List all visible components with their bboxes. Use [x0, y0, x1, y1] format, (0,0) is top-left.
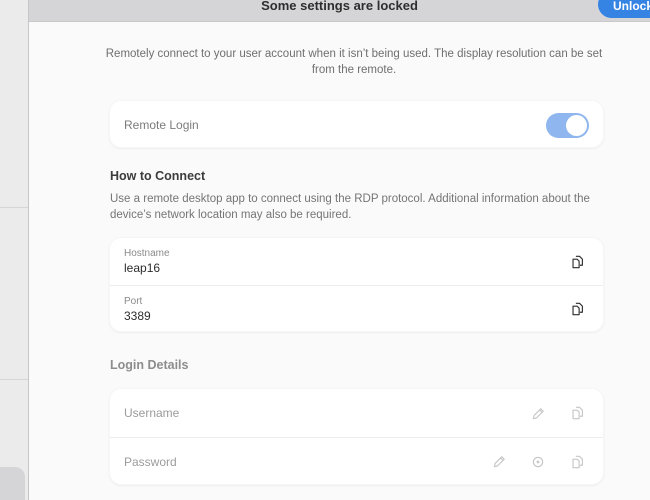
username-label: Username	[124, 406, 179, 420]
copy-icon	[571, 455, 584, 469]
remote-login-row: Remote Login	[110, 101, 603, 148]
password-actions	[491, 454, 589, 470]
hostname-row: Hostname leap16	[110, 238, 603, 285]
copy-hostname-button[interactable]	[569, 254, 585, 270]
hostname-actions	[569, 254, 589, 270]
copy-icon	[571, 406, 584, 420]
copy-icon	[571, 255, 584, 269]
how-to-connect-description: Use a remote desktop app to connect usin…	[110, 191, 595, 223]
edit-username-button[interactable]	[530, 405, 546, 421]
screen: Some settings are locked Unlock Remotely…	[0, 0, 650, 500]
unlock-button-label: Unlock	[613, 0, 650, 13]
port-field: Port 3389	[124, 296, 151, 323]
username-row: Username	[110, 389, 603, 437]
port-row: Port 3389	[110, 285, 603, 332]
port-value: 3389	[124, 309, 151, 323]
background-divider	[0, 379, 28, 380]
port-label: Port	[124, 296, 151, 307]
eye-icon	[531, 455, 545, 469]
password-row: Password	[110, 437, 603, 485]
unlock-button[interactable]: Unlock	[598, 0, 650, 18]
remote-login-toggle[interactable]	[546, 113, 589, 138]
username-actions	[530, 405, 589, 421]
connection-info-card: Hostname leap16 Po	[109, 237, 604, 332]
background-divider	[0, 207, 28, 208]
copy-username-button[interactable]	[569, 405, 585, 421]
settings-window: Some settings are locked Unlock Remotely…	[28, 0, 650, 500]
password-label: Password	[124, 455, 177, 469]
page-description: Remotely connect to your user account wh…	[99, 46, 609, 78]
port-actions	[569, 301, 589, 317]
hostname-field: Hostname leap16	[124, 248, 170, 275]
login-details-card: Username	[109, 388, 604, 485]
hostname-label: Hostname	[124, 248, 170, 259]
copy-port-button[interactable]	[569, 301, 585, 317]
copy-icon	[571, 302, 584, 316]
edit-password-button[interactable]	[491, 454, 507, 470]
edit-pencil-icon	[493, 455, 506, 468]
remote-login-card: Remote Login	[109, 100, 604, 148]
background-list-item	[0, 467, 25, 500]
hostname-value: leap16	[124, 261, 170, 275]
copy-password-button[interactable]	[569, 454, 585, 470]
header-bar: Some settings are locked	[29, 0, 650, 22]
locked-banner-title: Some settings are locked	[29, 0, 650, 13]
edit-pencil-icon	[532, 407, 545, 420]
remote-login-label: Remote Login	[124, 118, 199, 132]
login-details-heading: Login Details	[110, 358, 188, 372]
background-window-sliver	[0, 0, 28, 500]
view-password-button[interactable]	[530, 454, 546, 470]
toggle-knob	[566, 115, 587, 136]
how-to-connect-heading: How to Connect	[110, 169, 205, 183]
